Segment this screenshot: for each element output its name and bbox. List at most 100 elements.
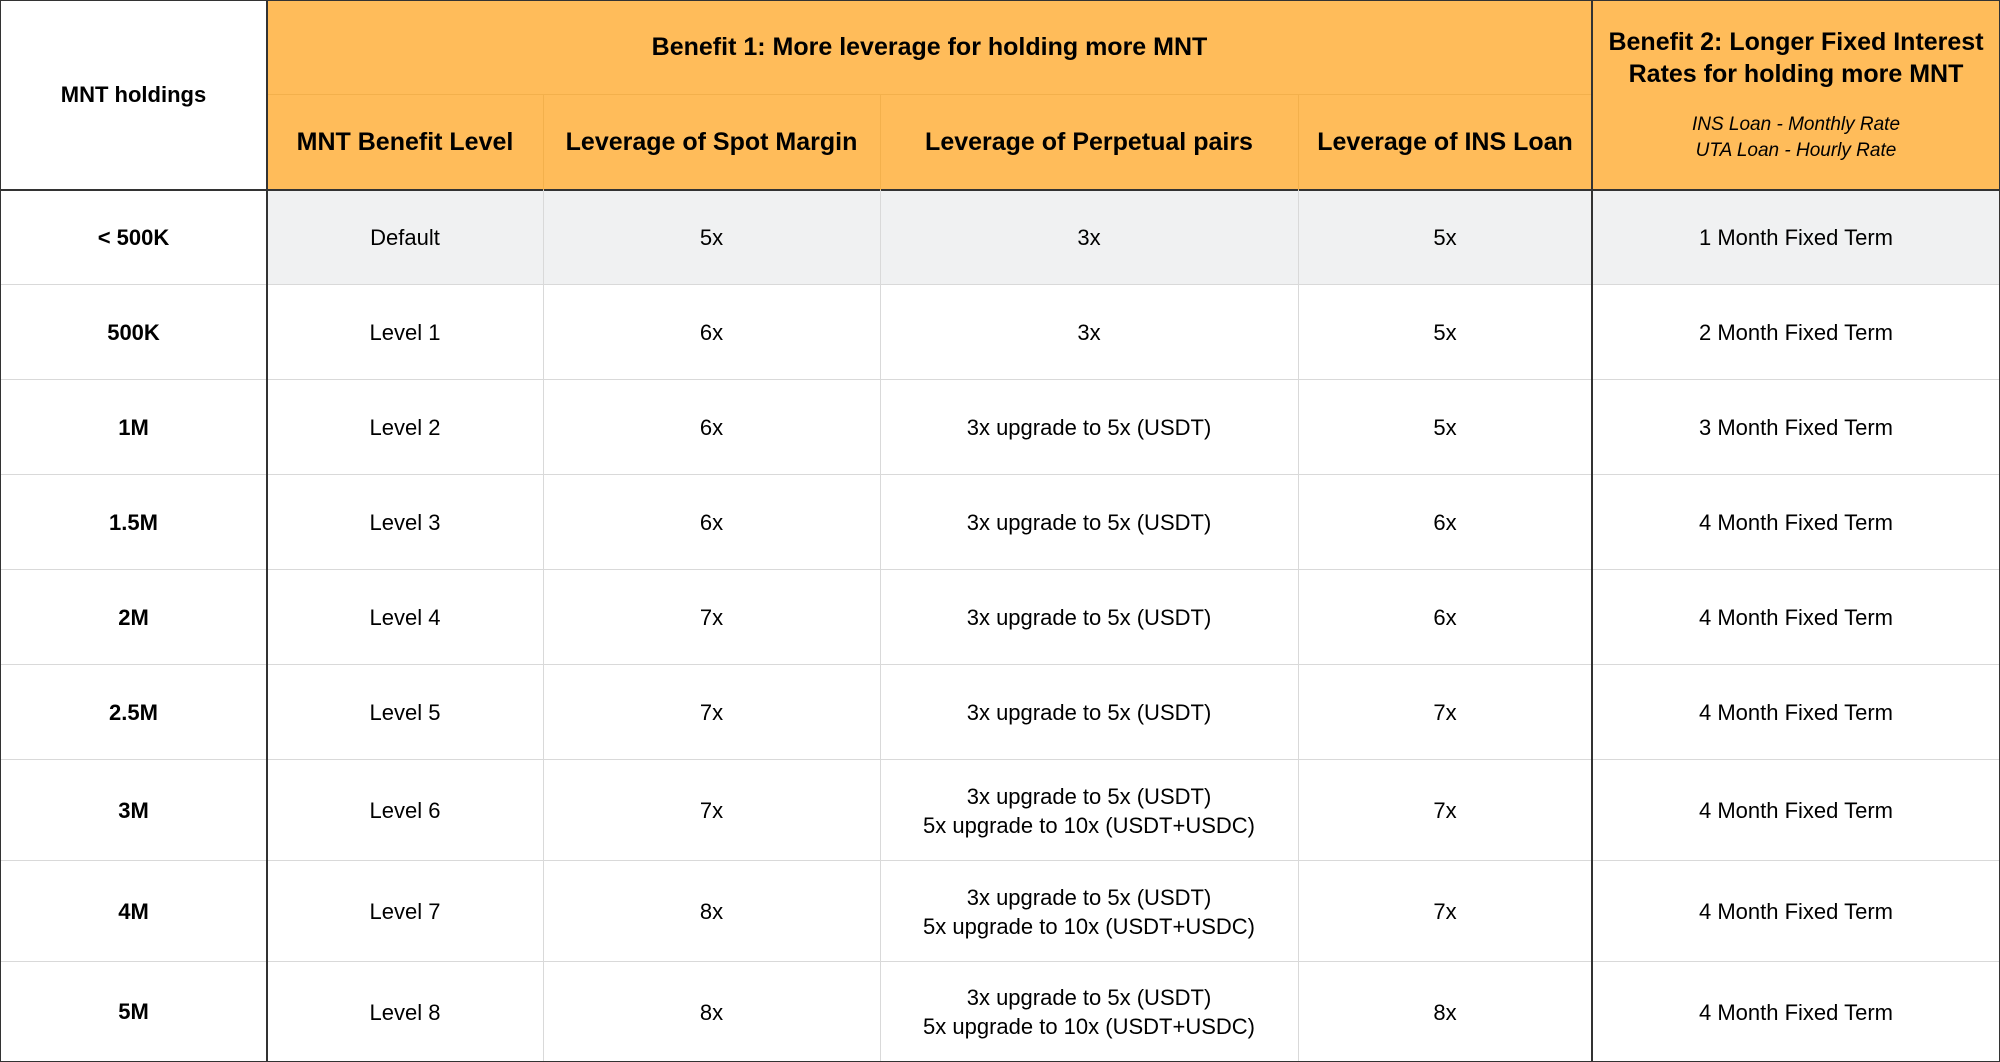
cell-benefit-level-text: Level 4 <box>369 605 441 630</box>
cell-spot-margin-text: 7x <box>699 700 724 725</box>
cell-fixed-term-text: 1 Month Fixed Term <box>1698 225 1893 250</box>
cell-benefit-level-text: Level 2 <box>369 415 441 440</box>
header-benefit-1: Benefit 1: More leverage for holding mor… <box>267 0 1592 95</box>
cell-fixed-term: 4 Month Fixed Term <box>1592 665 2000 760</box>
header-benefit-2-note-line1: INS Loan - Monthly Rate <box>1691 114 1901 135</box>
cell-holdings-text: 2M <box>118 604 149 630</box>
header-benefit-1-title: Benefit 1: More leverage for holding mor… <box>651 33 1208 61</box>
cell-benefit-level: Level 8 <box>267 962 543 1062</box>
cell-holdings-text: 500K <box>107 319 160 345</box>
cell-benefit-level: Level 2 <box>267 380 543 475</box>
row-divider <box>0 664 2000 665</box>
mnt-benefits-table: MNT holdings Benefit 1: More leverage fo… <box>0 0 2000 1062</box>
cell-spot-margin: 7x <box>543 665 880 760</box>
header-mnt-holdings-label: MNT holdings <box>60 82 207 107</box>
cell-holdings: 5M <box>0 962 267 1062</box>
cell-ins-loan-text: 7x <box>1433 899 1457 924</box>
cell-spot-margin: 6x <box>543 285 880 380</box>
cell-fixed-term-text: 4 Month Fixed Term <box>1698 605 1893 630</box>
cell-ins-loan: 5x <box>1298 190 1592 285</box>
cell-ins-loan: 6x <box>1298 570 1592 665</box>
header-col-divider <box>1298 95 1299 190</box>
perpetual-line: 3x upgrade to 5x (USDT) <box>966 605 1212 630</box>
header-benefit-2-title-line2: Rates for holding more MNT <box>1628 60 1964 88</box>
header-benefit-2-note-line2: UTA Loan - Hourly Rate <box>1695 140 1897 161</box>
cell-fixed-term: 3 Month Fixed Term <box>1592 380 2000 475</box>
cell-fixed-term: 4 Month Fixed Term <box>1592 570 2000 665</box>
cell-perpetual: 3x <box>880 285 1298 380</box>
cell-holdings: 2.5M <box>0 665 267 760</box>
cell-benefit-level: Level 5 <box>267 665 543 760</box>
cell-benefit-level-text: Level 1 <box>369 320 441 345</box>
cell-holdings-text: < 500K <box>97 224 170 250</box>
cell-perpetual: 3x upgrade to 5x (USDT) <box>880 665 1298 760</box>
outer-top-border <box>0 0 2000 1</box>
cell-fixed-term: 4 Month Fixed Term <box>1592 760 2000 861</box>
header-col-divider <box>543 95 544 190</box>
cell-benefit-level: Level 4 <box>267 570 543 665</box>
header-benefit-2-title-line1: Benefit 2: Longer Fixed Interest <box>1608 28 1984 56</box>
cell-holdings: 3M <box>0 760 267 861</box>
cell-perpetual: 3x upgrade to 5x (USDT) <box>880 380 1298 475</box>
cell-benefit-level: Level 1 <box>267 285 543 380</box>
cell-ins-loan-text: 5x <box>1433 320 1457 345</box>
cell-fixed-term-text: 4 Month Fixed Term <box>1698 700 1893 725</box>
cell-fixed-term-text: 4 Month Fixed Term <box>1698 510 1893 535</box>
row-divider <box>0 961 2000 962</box>
cell-ins-loan: 5x <box>1298 380 1592 475</box>
cell-holdings: < 500K <box>0 190 267 285</box>
cell-fixed-term-text: 3 Month Fixed Term <box>1698 415 1893 440</box>
cell-ins-loan-text: 6x <box>1433 510 1457 535</box>
cell-spot-margin: 5x <box>543 190 880 285</box>
perpetual-line: 3x <box>1077 225 1101 250</box>
cell-ins-loan-text: 7x <box>1433 798 1457 823</box>
col-divider <box>880 190 881 1062</box>
cell-ins-loan: 5x <box>1298 285 1592 380</box>
cell-spot-margin-text: 6x <box>699 415 724 440</box>
cell-holdings-text: 2.5M <box>109 699 158 725</box>
holdings-divider <box>266 0 268 1062</box>
cell-holdings-text: 5M <box>118 999 149 1024</box>
col-divider <box>1298 190 1299 1062</box>
cell-spot-margin: 8x <box>543 962 880 1062</box>
cell-benefit-level-text: Level 8 <box>369 999 441 1025</box>
cell-fixed-term: 4 Month Fixed Term <box>1592 475 2000 570</box>
cell-ins-loan: 7x <box>1298 861 1592 962</box>
perpetual-line: 5x upgrade to 10x (USDT+USDC) <box>923 913 1255 939</box>
cell-spot-margin-text: 7x <box>699 798 724 823</box>
cell-holdings-text: 1.5M <box>109 509 158 535</box>
benefit-2-divider <box>1591 0 1593 1062</box>
cell-perpetual: 3x <box>880 190 1298 285</box>
cell-ins-loan: 8x <box>1298 962 1592 1062</box>
row-divider <box>0 860 2000 861</box>
cell-benefit-level-text: Level 6 <box>369 798 441 823</box>
cell-spot-margin-text: 8x <box>699 999 724 1025</box>
cell-ins-loan: 7x <box>1298 760 1592 861</box>
header-col-divider <box>880 95 881 190</box>
perpetual-line: 3x upgrade to 5x (USDT) <box>966 985 1212 1010</box>
cell-fixed-term-text: 4 Month Fixed Term <box>1698 899 1893 924</box>
cell-holdings-text: 4M <box>118 898 149 924</box>
cell-fixed-term-text: 4 Month Fixed Term <box>1698 798 1893 823</box>
row-divider <box>0 474 2000 475</box>
cell-ins-loan-text: 6x <box>1433 605 1457 630</box>
cell-holdings: 1.5M <box>0 475 267 570</box>
cell-fixed-term: 4 Month Fixed Term <box>1592 861 2000 962</box>
cell-benefit-level-text: Level 3 <box>369 510 441 535</box>
cell-holdings-text: 1M <box>118 414 149 440</box>
cell-benefit-level: Default <box>267 190 543 285</box>
cell-benefit-level: Level 7 <box>267 861 543 962</box>
cell-perpetual: 3x upgrade to 5x (USDT) <box>880 475 1298 570</box>
header-col-ins-loan-label: Leverage of INS Loan <box>1317 128 1573 156</box>
col-divider <box>543 190 544 1062</box>
cell-ins-loan: 7x <box>1298 665 1592 760</box>
cell-holdings: 2M <box>0 570 267 665</box>
cell-fixed-term: 2 Month Fixed Term <box>1592 285 2000 380</box>
cell-spot-margin: 7x <box>543 570 880 665</box>
perpetual-line: 5x upgrade to 10x (USDT+USDC) <box>923 1014 1255 1039</box>
cell-fixed-term: 1 Month Fixed Term <box>1592 190 2000 285</box>
perpetual-line: 3x upgrade to 5x (USDT) <box>966 415 1212 440</box>
row-divider <box>0 569 2000 570</box>
benefit-1-divider <box>267 94 1592 95</box>
cell-ins-loan-text: 5x <box>1433 415 1457 440</box>
